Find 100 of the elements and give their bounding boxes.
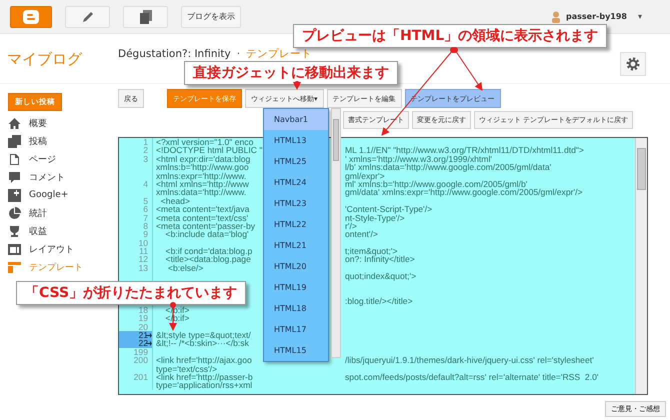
dropdown-item[interactable]: HTML22 (264, 214, 328, 235)
sidebar-item[interactable]: 概要 (8, 114, 118, 132)
avatar-icon (551, 10, 561, 22)
line-number: 13 (138, 262, 148, 273)
code-line: r'/> (345, 222, 357, 230)
user-name[interactable]: passer-by198 (566, 12, 627, 21)
code-line: nt-Style-Type'/> (345, 214, 405, 222)
code-line: on?: Infinity</title> (345, 255, 415, 264)
code-line: <title><data:blog.page (164, 254, 251, 264)
line-number: 22 (138, 338, 148, 348)
sidebar-item[interactable]: ページ (8, 150, 118, 168)
line-number: 3 (143, 154, 148, 164)
code-line: type='text/css'/> (156, 364, 218, 374)
code-line: ML 1.1//EN" "http://www.w3.org/TR/xhtml11/DTD/xhtml11.dtd"> (345, 146, 584, 155)
line-number: 12 (138, 254, 148, 264)
code-line: /libs/jqueryui/1.9.1/themes/dark-hive/jquery-ui.css' rel='stylesheet' (345, 356, 594, 365)
template-icon (8, 260, 21, 274)
google-plus-icon (8, 188, 21, 202)
code-line: :blog.title/></title> (345, 297, 413, 306)
dropdown-item[interactable]: HTML21 (264, 235, 328, 256)
line-number: 199 (134, 346, 148, 357)
sidebar-item[interactable]: コメント (8, 168, 118, 186)
line-number: 4 (143, 178, 148, 189)
code-line: &lt;style type=&quot;text/ (156, 330, 251, 340)
pages-button[interactable] (123, 6, 168, 28)
pie-chart-icon (8, 206, 21, 220)
pencil-button[interactable] (65, 6, 110, 28)
line-number: 11 (139, 246, 148, 256)
page-name: テンプレート (246, 48, 312, 60)
callout-label: 「CSS」が折りたたまれています (16, 281, 246, 305)
line-number: 6 (143, 204, 148, 214)
code-line: ' xmlns='http://www.w3.org/1999/xhtml' (345, 154, 492, 164)
sidebar-item[interactable]: Google+ (8, 186, 118, 204)
code-line: <?xml version="1.0" enco (156, 138, 254, 147)
dropdown-item[interactable]: HTML20 (264, 256, 328, 277)
code-line: <!DOCTYPE html PUBLIC " (156, 145, 262, 156)
page-icon (8, 152, 21, 166)
separator: · (236, 48, 240, 60)
code-line: l/b' xmlns:data='http://www.google.com/2005/gml/data' (345, 163, 552, 172)
dropdown-item[interactable]: Navbar1 (264, 109, 328, 130)
sidebar-item[interactable]: レイアウト (8, 240, 118, 258)
line-number: 1 (143, 138, 148, 147)
caret-icon[interactable]: ▾ (638, 12, 642, 21)
line-number: 5 (143, 196, 148, 206)
dropdown-item[interactable]: HTML19 (264, 277, 328, 298)
home-icon (8, 116, 21, 130)
line-number: 19 (138, 313, 148, 324)
leader-arrow (293, 81, 301, 90)
callout-label: 直接ガジェットに移動出来ます (184, 61, 398, 85)
code-line: <meta content='text/css' (156, 212, 248, 223)
code-line: xmlns:expr='http://www. (156, 170, 246, 181)
code-line: ontent'/> (345, 230, 378, 239)
line-number: 18 (138, 304, 148, 315)
dropdown-item[interactable]: HTML17 (264, 319, 328, 340)
scrollbar[interactable] (331, 108, 341, 358)
code-line: gml/expr'> (345, 172, 385, 180)
line-number: 2 (143, 145, 148, 156)
line-number: 9 (143, 229, 148, 240)
line-number: 7 (143, 212, 148, 223)
line-number: 8 (143, 220, 148, 231)
documents-icon (8, 134, 21, 148)
code-line: t;item&quot;'> (345, 247, 398, 256)
dropdown-item[interactable]: HTML15 (264, 340, 328, 361)
blogger-button[interactable] (10, 6, 52, 28)
dropdown-item[interactable]: HTML25 (264, 151, 328, 172)
documents-icon (140, 10, 152, 24)
pencil-icon (80, 10, 94, 24)
blog-name: Dégustation?: Infinity (118, 48, 231, 60)
code-line: <b:else/> (168, 262, 204, 273)
layout-icon (8, 242, 21, 256)
scrollbar[interactable] (635, 138, 647, 394)
sidebar-item[interactable]: 投稿 (8, 132, 118, 150)
code-line: gml/data' xmlns:expr='http://www.google.com/2005/gml/expr'/> (345, 188, 583, 197)
code-line: <head> (160, 196, 190, 206)
code-line: xmlns:b='http://www.goo (156, 162, 249, 172)
line-number: 201 (134, 372, 148, 382)
dropdown-item[interactable]: HTML23 (264, 193, 328, 214)
settings-button[interactable] (620, 52, 646, 76)
dropdown-item[interactable]: HTML24 (264, 172, 328, 193)
trophy-icon (8, 224, 21, 238)
code-line: &lt;!-- /*<b:skin>···</b:sk (156, 338, 249, 348)
settings-icon (626, 57, 640, 71)
code-line: xmlns:data='http://www. (156, 187, 246, 198)
code-line: <b:if cond='data:blog.p (164, 246, 252, 256)
code-line: <link href='http://ajax.goo (156, 355, 252, 366)
line-number: 10 (138, 238, 148, 248)
dropdown-item[interactable]: HTML18 (264, 298, 328, 319)
code-line: type='application/rss+xml (156, 380, 252, 390)
code-line: <meta content='passer-by (156, 220, 256, 231)
view-blog-button[interactable]: ブログを表示 (181, 6, 241, 28)
code-line: ml' xmlns:b='http://www.google.com/2005/gml/b' (345, 180, 528, 188)
code-line: 'Content-Script-Type'/> (345, 205, 432, 214)
line-number: 21 (138, 330, 148, 340)
callout-label: プレビューは「HTML」の領域に表示されます (293, 24, 608, 48)
sidebar-item[interactable]: 統計 (8, 204, 118, 222)
dropdown-item[interactable]: HTML13 (264, 130, 328, 151)
code-line: quot;index&quot;'> (345, 272, 416, 281)
code-line: spot.com/feeds/posts/default?alt=rss' rel='alternate' title='RSS 2.0' (345, 372, 598, 382)
sidebar-item[interactable]: 収益 (8, 222, 118, 240)
code-line: <meta content='text/java (156, 204, 250, 214)
